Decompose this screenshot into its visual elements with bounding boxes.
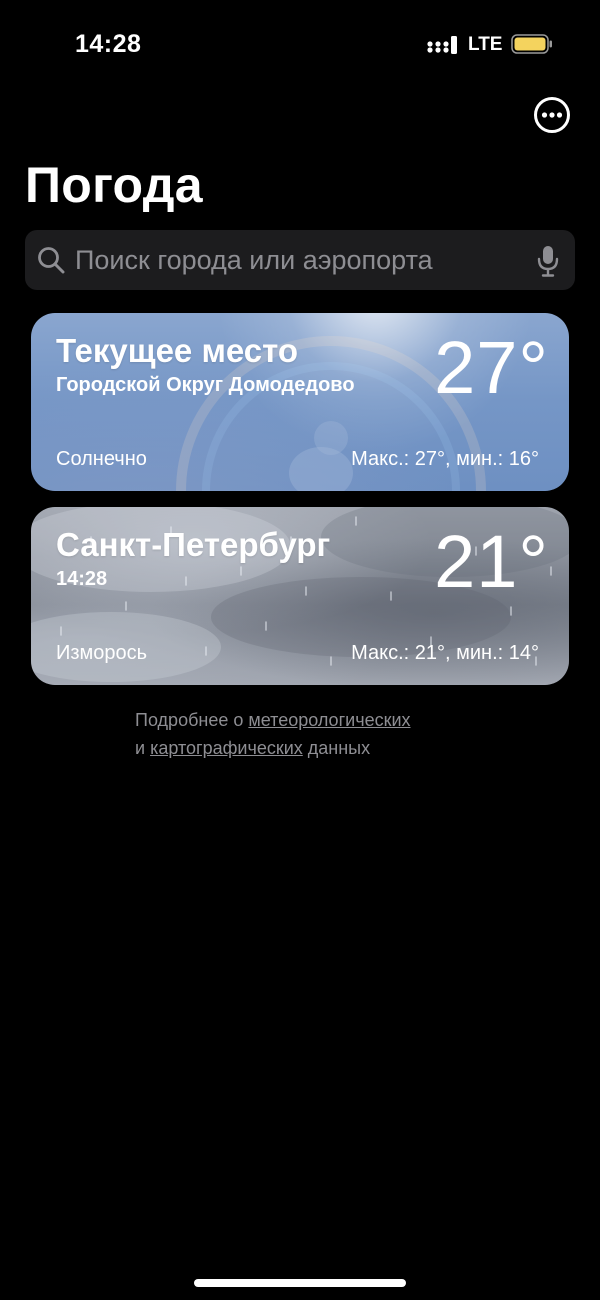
magnifying-glass-icon: [38, 247, 65, 274]
location-local-time: 14:28: [56, 568, 108, 590]
cellular-signal-icon: [427, 36, 457, 54]
weather-data-link[interactable]: метеорологических: [248, 710, 410, 730]
location-subtitle: Городской Округ Домодедово: [56, 374, 355, 396]
current-temperature: 21°: [434, 520, 549, 603]
battery-icon: [511, 34, 552, 54]
microphone-icon[interactable]: [537, 245, 559, 277]
data-sources-note: Подробнее о метеорологических и картогра…: [135, 706, 515, 762]
status-time: 14:28: [75, 30, 142, 58]
note-prefix: Подробнее о: [135, 710, 249, 730]
location-name: Текущее место: [56, 332, 299, 369]
location-card-saint-petersburg[interactable]: Санкт-Петербург 14:28 21° Изморось Макс.…: [31, 507, 569, 685]
ellipsis-circle-icon[interactable]: [533, 96, 571, 134]
home-indicator[interactable]: [194, 1279, 406, 1287]
current-temperature: 27°: [434, 326, 549, 409]
temperature-range: Макс.: 21°, мин.: 14°: [351, 642, 539, 664]
weather-condition: Изморось: [56, 642, 148, 664]
temperature-range: Макс.: 27°, мин.: 16°: [351, 448, 539, 470]
note-middle: и: [135, 738, 151, 758]
search-input[interactable]: [75, 230, 525, 290]
note-suffix: данных: [302, 738, 371, 758]
location-card-current[interactable]: Текущее место Городской Округ Домодедово…: [31, 313, 569, 491]
weather-condition: Солнечно: [56, 448, 147, 470]
location-name: Санкт-Петербург: [56, 526, 331, 563]
map-data-link[interactable]: картографических: [150, 738, 303, 758]
network-type: LTE: [468, 34, 503, 55]
search-bar[interactable]: [25, 230, 575, 290]
page-title: Погода: [25, 157, 203, 213]
